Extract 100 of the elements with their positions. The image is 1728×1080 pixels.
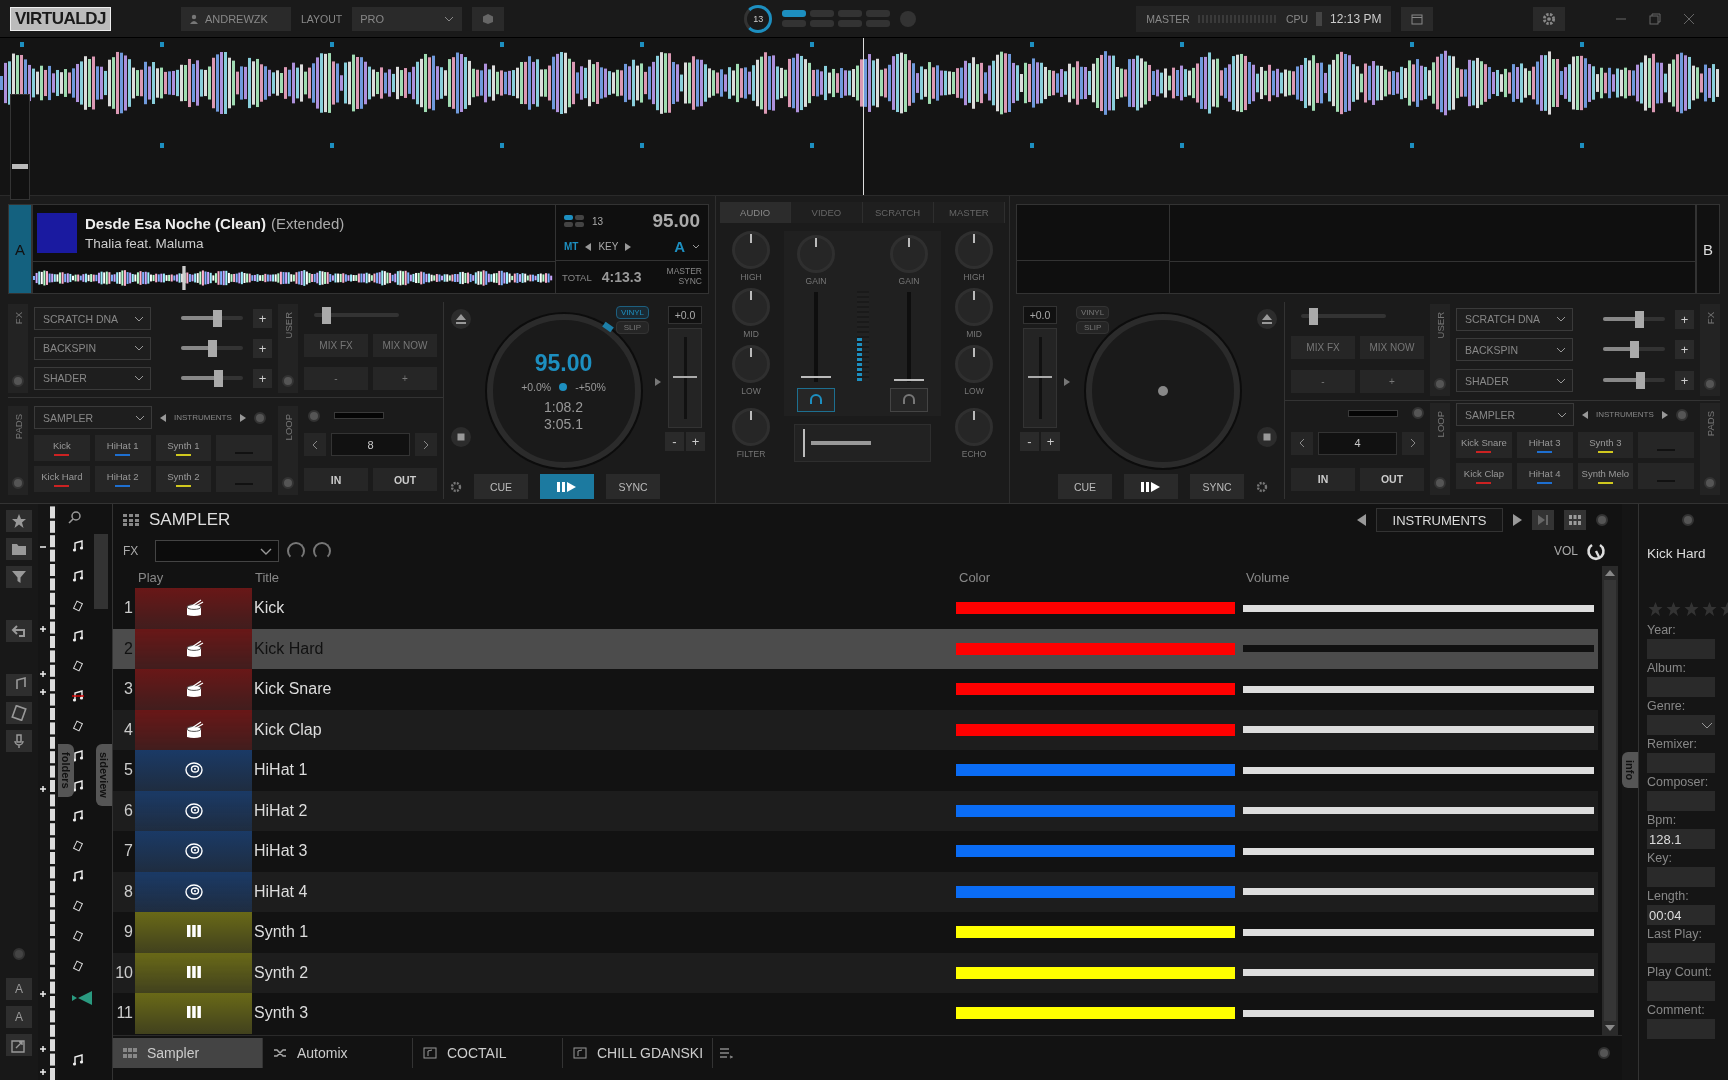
vinyl-toggle[interactable]: VINYL xyxy=(1076,306,1110,319)
star-icon[interactable] xyxy=(1665,601,1682,617)
loop-panel-tab[interactable]: LOOP xyxy=(1430,403,1450,495)
music-note-icon[interactable] xyxy=(72,870,84,882)
sample-row[interactable]: 10 Synth 2 xyxy=(113,952,1598,993)
master-sync-button[interactable]: MASTER SYNC xyxy=(662,267,702,287)
key-up-icon[interactable] xyxy=(625,242,632,251)
sample-pad[interactable]: HiHat 4 xyxy=(1516,463,1573,489)
volume-knob-icon[interactable] xyxy=(1586,541,1606,561)
folder-icon[interactable] xyxy=(6,538,32,560)
column-header[interactable]: Play xyxy=(135,569,252,585)
headphone-cue-button[interactable] xyxy=(890,388,928,412)
search-icon[interactable] xyxy=(68,510,82,524)
volume-bar[interactable] xyxy=(1243,1009,1594,1017)
pitch-up-button[interactable]: + xyxy=(1041,432,1060,451)
add-effect-button[interactable]: + xyxy=(1675,371,1694,391)
close-icon[interactable] xyxy=(1683,12,1696,25)
add-effect-button[interactable]: + xyxy=(1675,309,1694,329)
play-cell[interactable] xyxy=(135,952,252,993)
add-effect-button[interactable]: + xyxy=(253,368,272,388)
pad-mode-dropdown[interactable]: SAMPLER xyxy=(1456,403,1574,426)
effect-slider[interactable] xyxy=(181,340,244,357)
music-note-icon[interactable] xyxy=(72,780,84,792)
settings-icon[interactable] xyxy=(1533,6,1566,31)
sample-pad[interactable]: HiHat 3 xyxy=(1516,432,1573,458)
font-size-button[interactable]: A xyxy=(6,978,32,1000)
dot-icon[interactable] xyxy=(1596,514,1608,526)
volume-fader[interactable] xyxy=(894,292,924,383)
play-cell[interactable] xyxy=(135,912,252,953)
pad-dot-icon[interactable] xyxy=(253,411,266,424)
sync-button[interactable]: SYNC xyxy=(1190,474,1244,499)
film-icon[interactable] xyxy=(72,930,84,942)
mixer-tab[interactable]: MASTER xyxy=(933,202,1005,223)
volume-bar[interactable] xyxy=(1243,685,1594,693)
cue-button[interactable]: CUE xyxy=(1058,474,1112,499)
mixer-tab[interactable]: VIDEO xyxy=(791,202,863,223)
sync-button[interactable]: SYNC xyxy=(606,474,660,499)
user-panel-tab[interactable]: USER xyxy=(1430,304,1450,396)
loop-in-button[interactable]: IN xyxy=(304,468,368,492)
rating-stars[interactable] xyxy=(1647,601,1728,617)
volume-bar[interactable] xyxy=(1243,726,1594,734)
scrollbar[interactable] xyxy=(1602,566,1618,1035)
play-cell[interactable] xyxy=(135,588,252,629)
settings-icon[interactable] xyxy=(1256,480,1268,493)
sample-pad[interactable]: Synth 1 xyxy=(155,435,212,461)
sample-pad[interactable]: Kick xyxy=(34,435,90,461)
cube-icon[interactable] xyxy=(472,6,505,31)
slip-toggle[interactable]: SLIP xyxy=(1076,321,1110,334)
mixer-tab[interactable]: SCRATCH xyxy=(862,202,934,223)
play-cell[interactable] xyxy=(135,871,252,912)
effect-dropdown[interactable]: SCRATCH DNA xyxy=(34,307,152,331)
dot-icon[interactable] xyxy=(1598,1047,1610,1059)
note-icon[interactable] xyxy=(6,674,32,696)
calendar-icon[interactable] xyxy=(1401,6,1434,31)
next-page-icon[interactable] xyxy=(1513,514,1522,526)
play-cell[interactable] xyxy=(135,628,252,669)
chevron-icon[interactable] xyxy=(692,243,700,250)
film-icon[interactable] xyxy=(72,900,84,912)
volume-bar[interactable] xyxy=(1243,604,1594,612)
cue-button[interactable]: CUE xyxy=(474,474,528,499)
mix-fx-button[interactable]: MIX FX xyxy=(1291,335,1355,359)
volume-bar[interactable] xyxy=(1243,807,1594,815)
effect-dropdown[interactable]: BACKSPIN xyxy=(1456,338,1574,362)
eject-icon[interactable] xyxy=(450,308,472,330)
pad-dot-icon[interactable] xyxy=(1675,408,1688,421)
grid-view-icon[interactable] xyxy=(1564,510,1586,530)
music-note-icon[interactable] xyxy=(72,630,84,642)
film-icon[interactable] xyxy=(72,840,84,852)
eject-icon[interactable] xyxy=(1256,308,1278,330)
music-note-icon[interactable] xyxy=(72,750,84,762)
user-slider[interactable] xyxy=(1301,307,1386,325)
browser-tab[interactable]: Sampler xyxy=(113,1038,263,1068)
mix-now-button[interactable]: MIX NOW xyxy=(373,334,437,357)
loop-in-button[interactable]: IN xyxy=(1291,467,1355,491)
play-cell[interactable] xyxy=(135,669,252,710)
minus-button[interactable]: - xyxy=(1291,369,1355,393)
sample-pad[interactable]: HiHat 1 xyxy=(94,435,151,461)
scroll-up-icon[interactable] xyxy=(1605,570,1615,576)
sample-row[interactable]: 6 HiHat 2 xyxy=(113,790,1598,831)
previous-page-icon[interactable] xyxy=(160,413,166,422)
sample-pad[interactable]: Synth 2 xyxy=(155,466,212,492)
effect-slider[interactable] xyxy=(181,369,244,387)
plus-button[interactable]: + xyxy=(1360,369,1424,393)
vinyl-toggle[interactable]: VINYL xyxy=(615,306,649,319)
play-cell[interactable] xyxy=(135,709,252,750)
minus-button[interactable]: - xyxy=(304,367,368,390)
music-note-icon[interactable] xyxy=(72,810,84,822)
star-icon[interactable] xyxy=(1683,601,1700,617)
settings-icon[interactable] xyxy=(450,480,462,493)
next-page-icon[interactable] xyxy=(1661,410,1668,419)
pads-panel-tab[interactable]: PADS xyxy=(8,406,28,495)
effect-slider[interactable] xyxy=(1603,372,1666,390)
next-page-icon[interactable] xyxy=(239,413,246,422)
dot-icon[interactable] xyxy=(1681,514,1694,526)
browser-tab[interactable]: Automix xyxy=(263,1038,413,1068)
effect-dropdown[interactable]: SHADER xyxy=(1456,369,1574,393)
play-cell[interactable] xyxy=(135,790,252,831)
sample-row[interactable]: 4 Kick Clap xyxy=(113,709,1598,750)
sample-pad[interactable]: Synth Melo xyxy=(1577,463,1634,489)
music-note-icon[interactable] xyxy=(72,570,84,582)
